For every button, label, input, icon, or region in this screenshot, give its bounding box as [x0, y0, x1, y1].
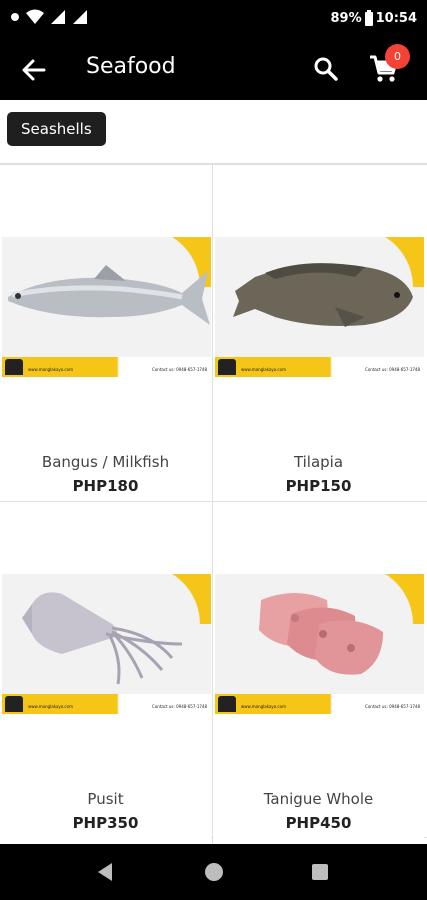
product-image: www.manglakayo.com Contact us: 0948-657-… [215, 574, 424, 714]
brand-logo [5, 696, 23, 712]
status-icons-left [10, 9, 88, 25]
banner-contact: Contact us: 0948-657-1748 [365, 367, 420, 372]
system-nav-bar [0, 844, 427, 900]
product-name: Tilapia [293, 453, 344, 471]
cart-count-badge: 0 [385, 44, 410, 69]
squid-image [22, 592, 183, 685]
tilapia-image [233, 263, 413, 327]
signal-2-icon [73, 10, 87, 24]
product-price: PHP150 [285, 477, 352, 495]
brand-logo [218, 696, 236, 712]
banner-contact: Contact us: 0948-657-1748 [152, 367, 207, 372]
product-price: PHP350 [72, 814, 139, 832]
back-arrow-icon[interactable] [18, 54, 50, 86]
banner-website: www.manglakayo.com [241, 367, 286, 372]
product-card-bangus[interactable]: www.manglakayo.com Contact us: 0948-657-… [0, 165, 211, 501]
recents-square-icon[interactable] [306, 858, 334, 886]
product-card-tanigue[interactable]: www.manglakayo.com Contact us: 0948-657-… [213, 502, 424, 838]
product-name: Bangus / Milkfish [41, 453, 170, 471]
tanigue-steak-image [259, 593, 383, 675]
product-name: Tanigue Whole [263, 790, 374, 808]
product-name: Pusit [87, 790, 124, 808]
product-price: PHP180 [72, 477, 139, 495]
battery-icon [364, 9, 373, 26]
app-bar: Seafood 0 [0, 38, 427, 100]
banner-contact: Contact us: 0948-657-1748 [152, 704, 207, 709]
banner-website: www.manglakayo.com [28, 367, 73, 372]
chip-seashells[interactable]: Seashells [7, 112, 106, 146]
product-card-pusit[interactable]: www.manglakayo.com Contact us: 0948-657-… [0, 502, 211, 838]
product-image: www.manglakayo.com Contact us: 0948-657-… [2, 574, 211, 714]
category-chip-row: Seashells [0, 100, 427, 163]
product-card-tilapia[interactable]: www.manglakayo.com Contact us: 0948-657-… [213, 165, 424, 501]
search-icon[interactable] [312, 55, 340, 83]
brand-logo [5, 359, 23, 375]
status-bar: 89% 10:54 [0, 0, 427, 38]
product-image: www.manglakayo.com Contact us: 0948-657-… [215, 237, 424, 377]
product-price: PHP450 [285, 814, 352, 832]
notification-dot-icon [11, 13, 19, 21]
banner-contact: Contact us: 0948-657-1748 [365, 704, 420, 709]
banner-website: www.manglakayo.com [28, 704, 73, 709]
status-icons-right: 89% 10:54 [330, 9, 417, 26]
home-circle-icon[interactable] [200, 858, 228, 886]
banner-website: www.manglakayo.com [241, 704, 286, 709]
back-triangle-icon[interactable] [92, 858, 120, 886]
product-image: www.manglakayo.com Contact us: 0948-657-… [2, 237, 211, 377]
battery-percent: 89% [330, 11, 362, 26]
milkfish-image [8, 265, 210, 325]
page-title: Seafood [86, 54, 176, 79]
clock: 10:54 [375, 11, 417, 26]
brand-logo [218, 359, 236, 375]
wifi-icon [26, 9, 44, 24]
signal-icon [51, 10, 65, 24]
product-grid: www.manglakayo.com Contact us: 0948-657-… [0, 163, 427, 844]
